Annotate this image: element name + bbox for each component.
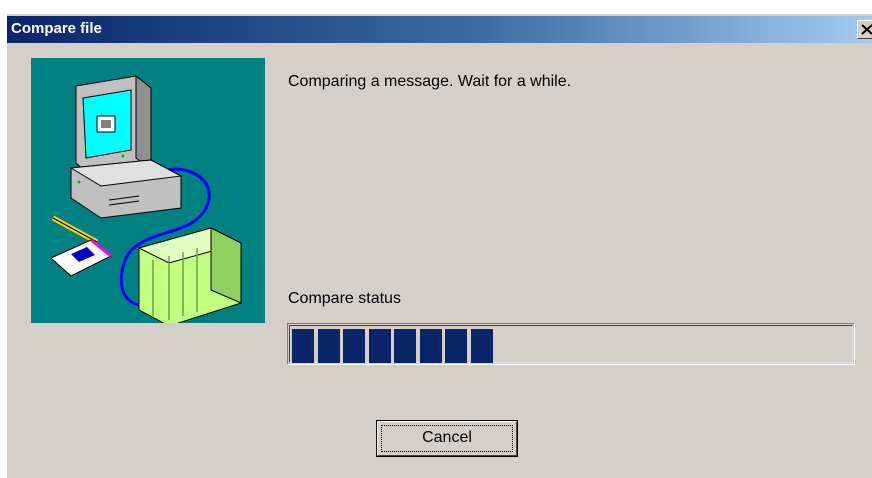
computer-plc-illustration [31, 58, 265, 327]
computer-plc-connection-icon [50, 74, 243, 327]
compare-status-label: Compare status [288, 290, 401, 307]
compare-file-dialog: Compare file Comparing a message. Wait f… [6, 13, 872, 478]
progress-chunk [445, 329, 467, 363]
window-title: Compare file [11, 20, 102, 37]
progress-bar-inner [289, 325, 853, 363]
progress-chunk [343, 329, 365, 363]
progress-chunk [470, 329, 493, 363]
progress-chunk [317, 329, 340, 363]
cancel-button[interactable]: Cancel [376, 420, 518, 457]
progress-chunk [292, 329, 314, 363]
compare-progress-bar [287, 323, 855, 365]
cancel-button-label: Cancel [422, 429, 472, 446]
title-bar[interactable]: Compare file [7, 16, 872, 43]
progress-chunk [419, 329, 442, 363]
progress-chunk [368, 329, 391, 363]
close-icon [861, 24, 872, 35]
close-button[interactable] [857, 20, 872, 39]
progress-chunk [394, 329, 416, 363]
status-message: Comparing a message. Wait for a while. [288, 73, 572, 90]
